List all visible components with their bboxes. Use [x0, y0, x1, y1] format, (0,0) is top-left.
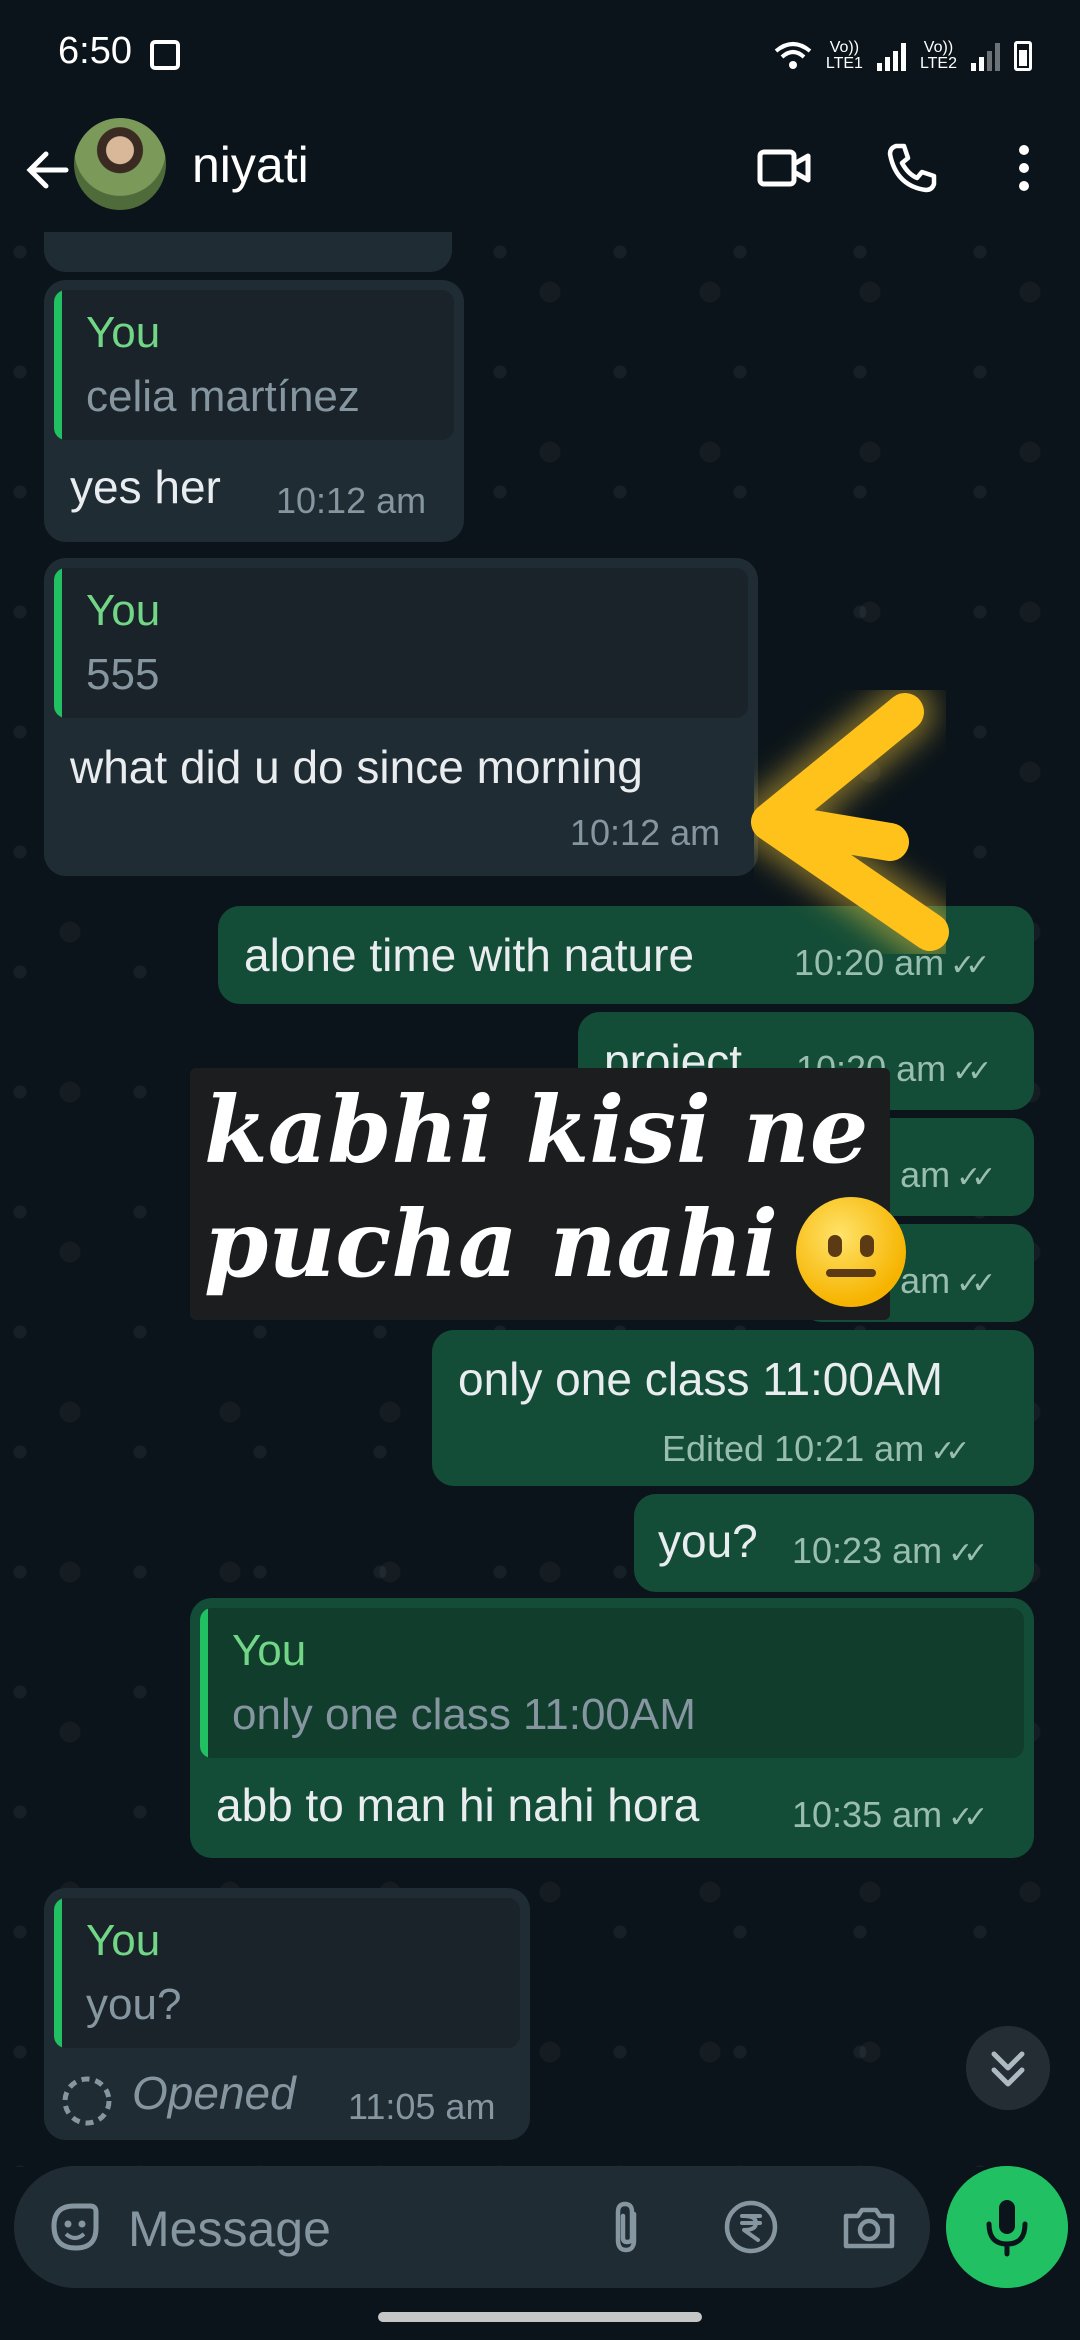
- chat-header: niyati: [0, 110, 1080, 232]
- message-bubble-outgoing[interactable]: only one class 11:00AM Edited 10:21 am ✓✓: [432, 1330, 1034, 1486]
- message-bubble-incoming[interactable]: You you? Opened 11:05 am: [44, 1888, 530, 2140]
- quote-sender: You: [86, 586, 161, 635]
- quote-sender: You: [86, 308, 161, 357]
- quote-text: you?: [86, 1980, 182, 2029]
- lte1-indicator: Vo)) LTE1: [825, 39, 863, 72]
- message-input-bar[interactable]: Message: [14, 2166, 930, 2288]
- status-icons: Vo)) LTE1 Vo)) LTE2: [774, 34, 1032, 78]
- message-text: yes her: [70, 461, 221, 513]
- gallery-notification-icon: [150, 40, 180, 70]
- chevron-double-down-icon[interactable]: [966, 2026, 1050, 2110]
- reply-quote[interactable]: You celia martínez: [54, 290, 454, 440]
- contact-name[interactable]: niyati: [192, 136, 309, 194]
- message-bubble-outgoing[interactable]: you? 10:23 am ✓✓: [634, 1494, 1034, 1592]
- reply-quote[interactable]: You you?: [54, 1898, 520, 2048]
- edited-label: Edited: [662, 1428, 765, 1469]
- message-placeholder[interactable]: Message: [128, 2200, 331, 2258]
- video-call-icon[interactable]: [754, 138, 814, 198]
- view-once-icon: [62, 2076, 112, 2126]
- wifi-icon: [774, 42, 812, 69]
- quote-text: 555: [86, 650, 160, 699]
- quote-text: celia martínez: [86, 372, 360, 421]
- rupee-icon[interactable]: [720, 2196, 782, 2258]
- double-check-icon: ✓✓: [956, 1267, 996, 1300]
- neutral-face-emoji-icon: [796, 1197, 907, 1308]
- message-text: you?: [658, 1515, 758, 1567]
- message-time: 10:12 am: [276, 480, 427, 521]
- sticker-line-1: kabhi kisi ne: [204, 1076, 869, 1184]
- status-time: 6:50: [58, 30, 132, 72]
- message-bubble-incoming[interactable]: You 555 what did u do since morning 10:1…: [44, 558, 758, 876]
- message-bubble-partial[interactable]: [44, 232, 452, 272]
- message-text: only one class 11:00AM: [458, 1353, 943, 1405]
- status-bar: 6:50 Vo)) LTE1 Vo)) LTE2: [0, 0, 1080, 110]
- double-check-icon: ✓✓: [930, 1435, 970, 1468]
- sticker-text-overlay: kabhi kisi ne pucha nahi: [190, 1068, 907, 1320]
- double-check-icon: ✓✓: [948, 1801, 988, 1834]
- quote-sender: You: [86, 1916, 161, 1965]
- more-vert-icon[interactable]: [994, 138, 1054, 198]
- camera-icon[interactable]: [838, 2196, 900, 2258]
- attach-icon[interactable]: [596, 2196, 658, 2258]
- message-time: 10:23 am ✓✓: [792, 1530, 988, 1571]
- sticker-line-2: pucha nahi: [204, 1190, 907, 1308]
- signal-icon: [971, 41, 1000, 71]
- double-check-icon: ✓✓: [956, 1161, 996, 1194]
- message-bubble-incoming[interactable]: You celia martínez yes her 10:12 am: [44, 280, 464, 542]
- message-text: abb to man hi nahi hora: [216, 1779, 700, 1831]
- mic-icon[interactable]: [946, 2166, 1068, 2288]
- reply-quote[interactable]: You only one class 11:00AM: [200, 1608, 1024, 1758]
- gesture-nav-bar[interactable]: [378, 2312, 702, 2322]
- double-check-icon: ✓✓: [948, 1537, 988, 1570]
- battery-icon: [1014, 41, 1032, 71]
- message-text: what did u do since morning: [70, 741, 643, 793]
- opened-label: Opened: [132, 2067, 296, 2119]
- signal-icon: [876, 41, 906, 71]
- lte2-indicator: Vo)) LTE2: [919, 39, 957, 72]
- reply-quote[interactable]: You 555: [54, 568, 748, 718]
- highlight-arrow-icon: [740, 682, 960, 962]
- quote-sender: You: [232, 1626, 307, 1675]
- message-time: Edited 10:21 am ✓✓: [662, 1428, 971, 1469]
- message-time: 11:05 am: [348, 2086, 496, 2127]
- message-time: 10:35 am ✓✓: [792, 1794, 988, 1835]
- message-text: alone time with nature: [244, 929, 695, 981]
- sticker-icon[interactable]: [44, 2196, 106, 2258]
- quote-text: only one class 11:00AM: [232, 1690, 696, 1739]
- back-arrow-icon[interactable]: [18, 140, 78, 200]
- avatar[interactable]: [74, 118, 166, 210]
- phone-icon[interactable]: [882, 138, 942, 198]
- message-bubble-outgoing[interactable]: You only one class 11:00AM abb to man hi…: [190, 1598, 1034, 1858]
